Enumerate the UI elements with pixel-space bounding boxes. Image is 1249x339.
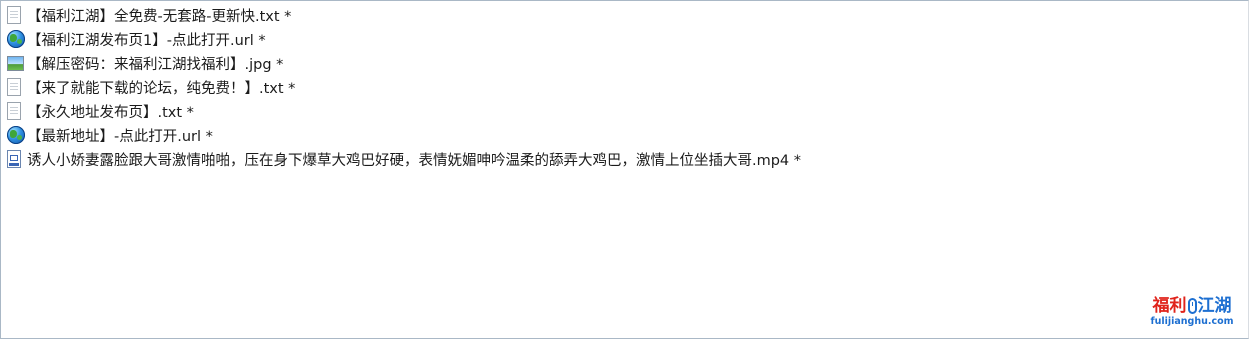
list-item[interactable]: 【最新地址】-点此打开.url * bbox=[7, 123, 1248, 147]
file-name: 【永久地址发布页】.txt * bbox=[27, 104, 194, 121]
file-name: 诱人小娇妻露脸跟大哥激情啪啪，压在身下爆草大鸡巴好硬，表情妩媚呻吟温柔的舔弄大鸡… bbox=[27, 152, 802, 169]
list-item[interactable]: 【永久地址发布页】.txt * bbox=[7, 99, 1248, 123]
file-list: 【福利江湖】全免费-无套路-更新快.txt * 【福利江湖发布页1】-点此打开.… bbox=[7, 3, 1248, 171]
watermark-url: fulijianghu.com bbox=[1150, 316, 1234, 327]
file-name: 【福利江湖发布页1】-点此打开.url * bbox=[27, 32, 266, 49]
file-name: 【福利江湖】全免费-无套路-更新快.txt * bbox=[27, 8, 292, 25]
globe-url-icon bbox=[7, 125, 25, 145]
watermark-logo: 福利 江湖 fulijianghu.com bbox=[1146, 296, 1238, 328]
text-file-icon bbox=[7, 101, 25, 121]
list-item[interactable]: 【来了就能下载的论坛，纯免费！】.txt * bbox=[7, 75, 1248, 99]
video-file-icon bbox=[7, 149, 25, 169]
globe-url-icon bbox=[7, 29, 25, 49]
watermark-title-left: 福利 bbox=[1152, 296, 1187, 316]
text-file-icon bbox=[7, 77, 25, 97]
text-file-icon bbox=[7, 5, 25, 25]
mouse-icon bbox=[1187, 298, 1197, 314]
file-name: 【来了就能下载的论坛，纯免费！】.txt * bbox=[27, 80, 296, 97]
list-item[interactable]: 【解压密码：来福利江湖找福利】.jpg * bbox=[7, 51, 1248, 75]
image-file-icon bbox=[7, 53, 25, 73]
file-name: 【解压密码：来福利江湖找福利】.jpg * bbox=[27, 56, 284, 73]
file-name: 【最新地址】-点此打开.url * bbox=[27, 128, 213, 145]
file-list-pane: 【福利江湖】全免费-无套路-更新快.txt * 【福利江湖发布页1】-点此打开.… bbox=[0, 0, 1249, 339]
watermark-title-right: 江湖 bbox=[1197, 296, 1232, 316]
list-item[interactable]: 诱人小娇妻露脸跟大哥激情啪啪，压在身下爆草大鸡巴好硬，表情妩媚呻吟温柔的舔弄大鸡… bbox=[7, 147, 1248, 171]
list-item[interactable]: 【福利江湖发布页1】-点此打开.url * bbox=[7, 27, 1248, 51]
watermark-title: 福利 江湖 bbox=[1146, 296, 1238, 316]
list-item[interactable]: 【福利江湖】全免费-无套路-更新快.txt * bbox=[7, 3, 1248, 27]
